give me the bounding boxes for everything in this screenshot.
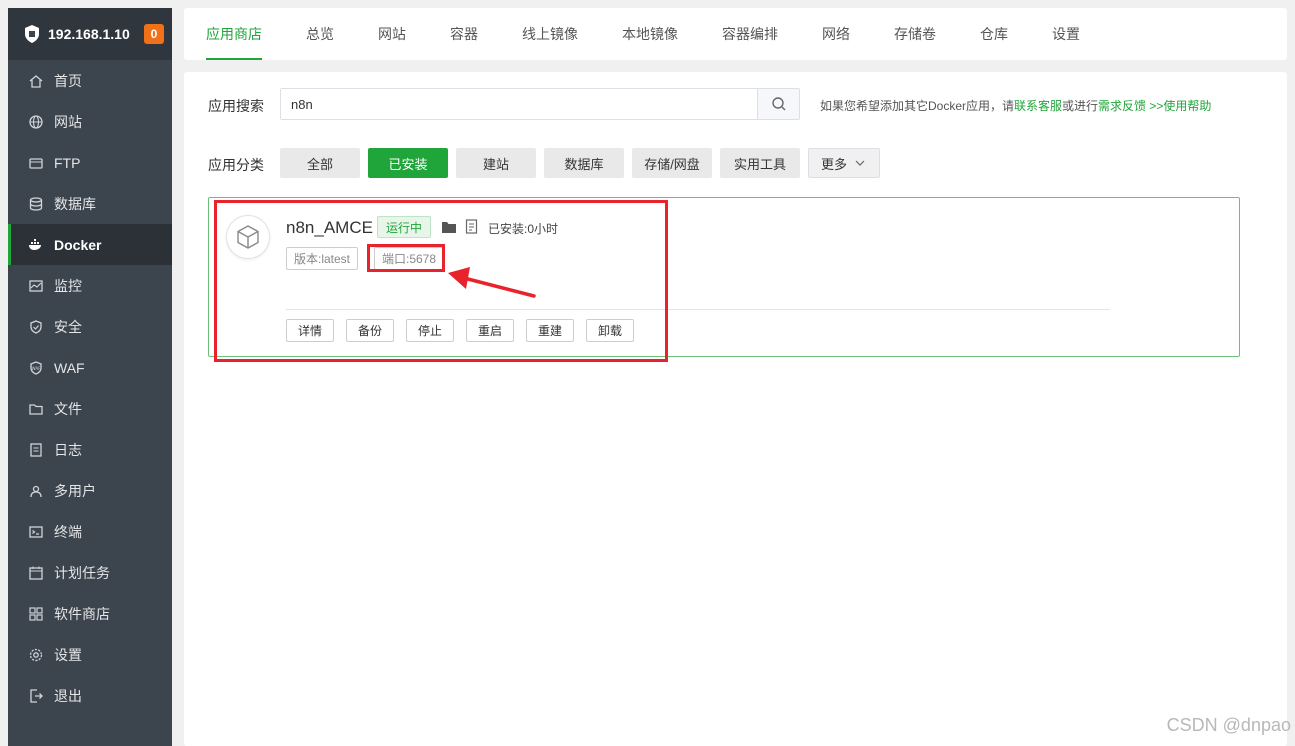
tab-3[interactable]: 容器 xyxy=(450,8,478,60)
annotation-port-highlight xyxy=(367,244,445,272)
sidebar-menu: 首页网站 FTP 数据库 Docker 监控安全 WAF WAF 文件日志多用户终端计划任务软… xyxy=(8,60,172,716)
tab-9[interactable]: 仓库 xyxy=(980,8,1008,60)
ftp-icon xyxy=(28,155,44,171)
sidebar-item-label: 监控 xyxy=(54,277,82,294)
hint-text-mid: 或进行 xyxy=(1062,99,1099,113)
sidebar-item-item-15[interactable]: 退出 xyxy=(8,675,172,716)
sidebar-item-label: 日志 xyxy=(54,441,82,458)
monitor-icon xyxy=(28,278,44,294)
sidebar-item-item-14[interactable]: 设置 xyxy=(8,634,172,675)
category-button-1[interactable]: 已安装 xyxy=(368,148,448,178)
sidebar-item-item-0[interactable]: 首页 xyxy=(8,60,172,101)
sidebar-item-item-5[interactable]: 监控 xyxy=(8,265,172,306)
docker-tabs: 应用商店 总览 网站 容器 线上镜像 本地镜像 容器编排 网络 存储卷 仓库 设置 xyxy=(184,8,1287,60)
sidebar-item-item-13[interactable]: 软件商店 xyxy=(8,593,172,634)
waf-icon: WAF xyxy=(28,360,44,376)
sidebar-item-label: Docker xyxy=(54,236,102,253)
sidebar-header: 192.168.1.10 0 xyxy=(8,8,172,60)
tab-8[interactable]: 存储卷 xyxy=(894,8,936,60)
sidebar-item-item-3[interactable]: 数据库 xyxy=(8,183,172,224)
sidebar-item-label: 数据库 xyxy=(54,195,96,212)
calendar-icon xyxy=(28,565,44,581)
sidebar-item-label: 退出 xyxy=(54,687,82,704)
sidebar-item-label: 多用户 xyxy=(54,482,96,499)
search-icon xyxy=(771,97,785,111)
sidebar-item-label: 终端 xyxy=(54,523,82,540)
sidebar-item-item-12[interactable]: 计划任务 xyxy=(8,552,172,593)
sidebar-item-item-9[interactable]: 日志 xyxy=(8,429,172,470)
globe-icon xyxy=(28,114,44,130)
notification-badge[interactable]: 0 xyxy=(144,24,164,44)
category-button-4[interactable]: 存储/网盘 xyxy=(632,148,712,178)
watermark: CSDN @dnpao xyxy=(1166,715,1291,735)
sidebar-item-item-6[interactable]: 安全 xyxy=(8,306,172,347)
tab-1[interactable]: 总览 xyxy=(306,8,334,60)
app-search-input[interactable] xyxy=(281,89,757,119)
docker-icon xyxy=(28,237,44,253)
sidebar-item-item-11[interactable]: 终端 xyxy=(8,511,172,552)
sidebar-item-label: 设置 xyxy=(54,646,82,663)
sidebar-item-item-10[interactable]: 多用户 xyxy=(8,470,172,511)
svg-text:WAF: WAF xyxy=(32,366,41,371)
tab-2[interactable]: 网站 xyxy=(378,8,406,60)
home-icon xyxy=(28,73,44,89)
sidebar-item-label: FTP xyxy=(54,154,81,171)
sidebar-item-item-8[interactable]: 文件 xyxy=(8,388,172,429)
sidebar-item-label: 软件商店 xyxy=(54,605,110,622)
logout-icon xyxy=(28,688,44,704)
server-ip[interactable]: 192.168.1.10 xyxy=(48,26,144,42)
category-label: 应用分类 xyxy=(208,157,264,173)
category-button-0[interactable]: 全部 xyxy=(280,148,360,178)
tab-4[interactable]: 线上镜像 xyxy=(522,8,578,60)
sidebar-item-docker[interactable]: Docker xyxy=(8,224,172,265)
annotation-arrow-icon xyxy=(448,267,536,298)
category-button-5[interactable]: 实用工具 xyxy=(720,148,800,178)
database-icon xyxy=(28,196,44,212)
sidebar-item-ftp[interactable]: FTP xyxy=(8,142,172,183)
search-box xyxy=(280,88,800,120)
more-label: 更多 xyxy=(821,156,848,172)
sidebar-item-label: 网站 xyxy=(54,113,82,130)
sidebar-item-item-1[interactable]: 网站 xyxy=(8,101,172,142)
feedback-link[interactable]: 需求反馈 xyxy=(1098,99,1146,113)
category-button-3[interactable]: 数据库 xyxy=(544,148,624,178)
category-filters: 全部 已安装 建站 数据库 存储/网盘 实用工具 更多 xyxy=(280,148,888,178)
category-button-2[interactable]: 建站 xyxy=(456,148,536,178)
sidebar-item-label: 首页 xyxy=(54,72,82,89)
sidebar-item-label: WAF xyxy=(54,359,85,376)
help-link[interactable]: >>使用帮助 xyxy=(1146,99,1211,113)
shield-icon xyxy=(28,319,44,335)
tab-7[interactable]: 网络 xyxy=(822,8,850,60)
terminal-icon xyxy=(28,524,44,540)
hint-text: 如果您希望添加其它Docker应用，请 xyxy=(820,99,1015,113)
tab-10[interactable]: 设置 xyxy=(1052,8,1080,60)
sidebar: 192.168.1.10 0 首页 网站 FTP 数据库 Docker 监控 安全 WAF WA… xyxy=(8,8,172,746)
sidebar-item-waf[interactable]: WAF WAF xyxy=(8,347,172,388)
folder-icon xyxy=(28,401,44,417)
sidebar-item-label: 计划任务 xyxy=(54,564,110,581)
search-button[interactable] xyxy=(757,89,799,119)
server-logo-icon xyxy=(22,24,42,44)
contact-support-link[interactable]: 联系客服 xyxy=(1014,99,1062,113)
tab-0[interactable]: 应用商店 xyxy=(206,8,262,60)
sidebar-item-label: 安全 xyxy=(54,318,82,335)
category-more-dropdown[interactable]: 更多 xyxy=(808,148,881,178)
log-icon xyxy=(28,442,44,458)
gear-icon xyxy=(28,647,44,663)
users-icon xyxy=(28,483,44,499)
search-hint: 如果您希望添加其它Docker应用，请联系客服或进行需求反馈 >>使用帮助 xyxy=(820,97,1211,114)
tab-6[interactable]: 容器编排 xyxy=(722,8,778,60)
sidebar-item-label: 文件 xyxy=(54,400,82,417)
tab-5[interactable]: 本地镜像 xyxy=(622,8,678,60)
apps-grid-icon xyxy=(28,606,44,622)
chevron-down-icon xyxy=(855,160,865,166)
main-panel: 应用搜索 如果您希望添加其它Docker应用，请联系客服或进行需求反馈 >>使用… xyxy=(184,72,1287,746)
search-label: 应用搜索 xyxy=(208,98,264,114)
